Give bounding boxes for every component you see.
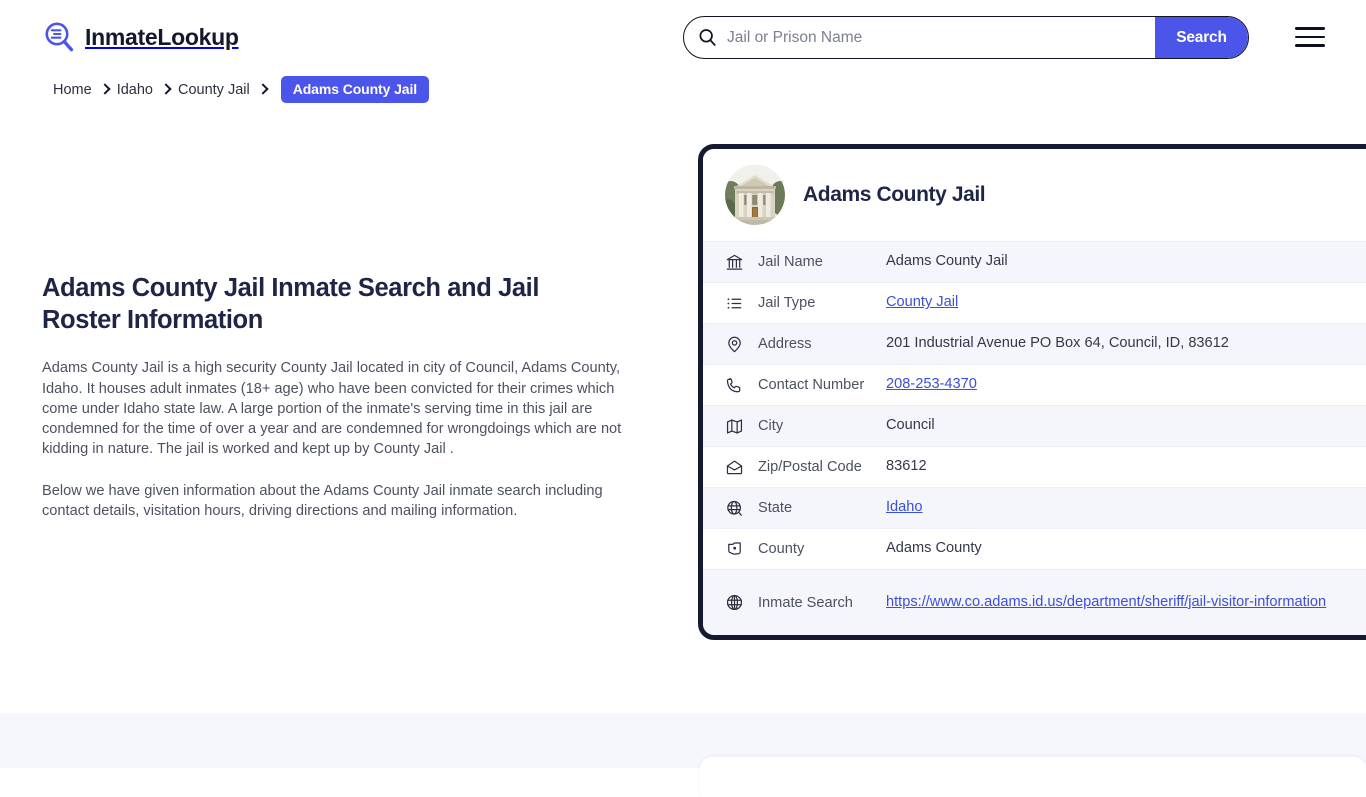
table-row: City Council [703,405,1366,446]
bank-icon [725,253,744,272]
row-label: Inmate Search [758,594,853,611]
article-intro: Adams County Jail Inmate Search and Jail… [42,272,642,521]
jail-type-link[interactable]: County Jail [886,294,958,310]
intro-paragraph-1: Adams County Jail is a high security Cou… [42,360,622,458]
search-button[interactable]: Search [1155,17,1248,58]
envelope-icon [725,458,744,477]
hamburger-menu-icon[interactable] [1295,24,1325,50]
brand-logo[interactable]: InmateLookup [42,20,239,54]
magnifier-list-icon [42,20,76,54]
row-value: Adams County Jail [886,253,1008,270]
row-value: 208-253-4370 [876,373,1366,397]
row-label: Contact Number [758,377,865,393]
table-row: Jail Type County Jail [703,282,1366,323]
chevron-right-icon [162,84,169,95]
intro-paragraph-2: Below we have given information about th… [42,482,603,519]
row-label: County [758,541,805,557]
row-label: Zip/Postal Code [758,459,862,475]
site-header: InmateLookup Search [0,0,1366,74]
row-label: Address [758,336,812,352]
map-icon [725,417,744,436]
chevron-right-icon [101,84,108,95]
state-link[interactable]: Idaho [886,499,923,515]
breadcrumb-item-county-jail[interactable]: County Jail [178,82,250,98]
phone-icon [725,376,744,395]
courthouse-photo [725,165,785,225]
phone-link[interactable]: 208-253-4370 [886,376,977,392]
globe-icon [725,593,744,612]
hamburger-bar [1295,27,1325,30]
row-label: City [758,418,784,434]
row-value: Idaho [876,496,1366,520]
row-value: County Jail [876,291,1366,315]
breadcrumb-item-home[interactable]: Home [53,82,92,98]
breadcrumb-item-idaho[interactable]: Idaho [117,82,153,98]
row-value: 201 Industrial Avenue PO Box 64, Council… [886,335,1229,352]
card-title: Adams County Jail [803,183,986,206]
breadcrumb-item-current: Adams County Jail [280,76,430,103]
map-pin-icon [725,335,744,354]
card-header: Adams County Jail [703,149,1366,241]
breadcrumb: Home Idaho County Jail Adams County Jail [53,76,430,103]
chevron-right-icon [259,84,266,95]
row-value: https://www.co.adams.id.us/department/sh… [876,591,1366,615]
search-input[interactable] [717,17,1155,58]
jail-info-card: Adams County Jail Jail Name Adams County… [698,144,1366,640]
list-icon [725,294,744,313]
inmate-search-link[interactable]: https://www.co.adams.id.us/department/sh… [886,594,1326,610]
table-row: Address 201 Industrial Avenue PO Box 64,… [703,323,1366,364]
table-row: County Adams County [703,528,1366,569]
globe-stand-icon [725,499,744,518]
table-row: Inmate Search https://www.co.adams.id.us… [703,569,1366,635]
row-value: Adams County [886,540,982,557]
row-label: Jail Name [758,254,823,270]
search-bar[interactable]: Search [683,16,1249,59]
table-row: Contact Number 208-253-4370 [703,364,1366,405]
row-value: Council [886,417,935,434]
bottom-card-peek [700,757,1366,797]
table-row: Zip/Postal Code 83612 [703,446,1366,487]
page-title: Adams County Jail Inmate Search and Jail… [42,274,540,335]
brand-name: InmateLookup [85,23,239,50]
search-icon [698,28,717,47]
table-row: State Idaho [703,487,1366,528]
table-row: Jail Name Adams County Jail [703,241,1366,282]
hamburger-bar [1295,35,1325,39]
row-label: State [758,500,793,516]
hamburger-bar [1295,44,1325,47]
shield-icon [725,540,744,559]
row-value: 83612 [886,458,927,475]
row-label: Jail Type [758,295,816,311]
